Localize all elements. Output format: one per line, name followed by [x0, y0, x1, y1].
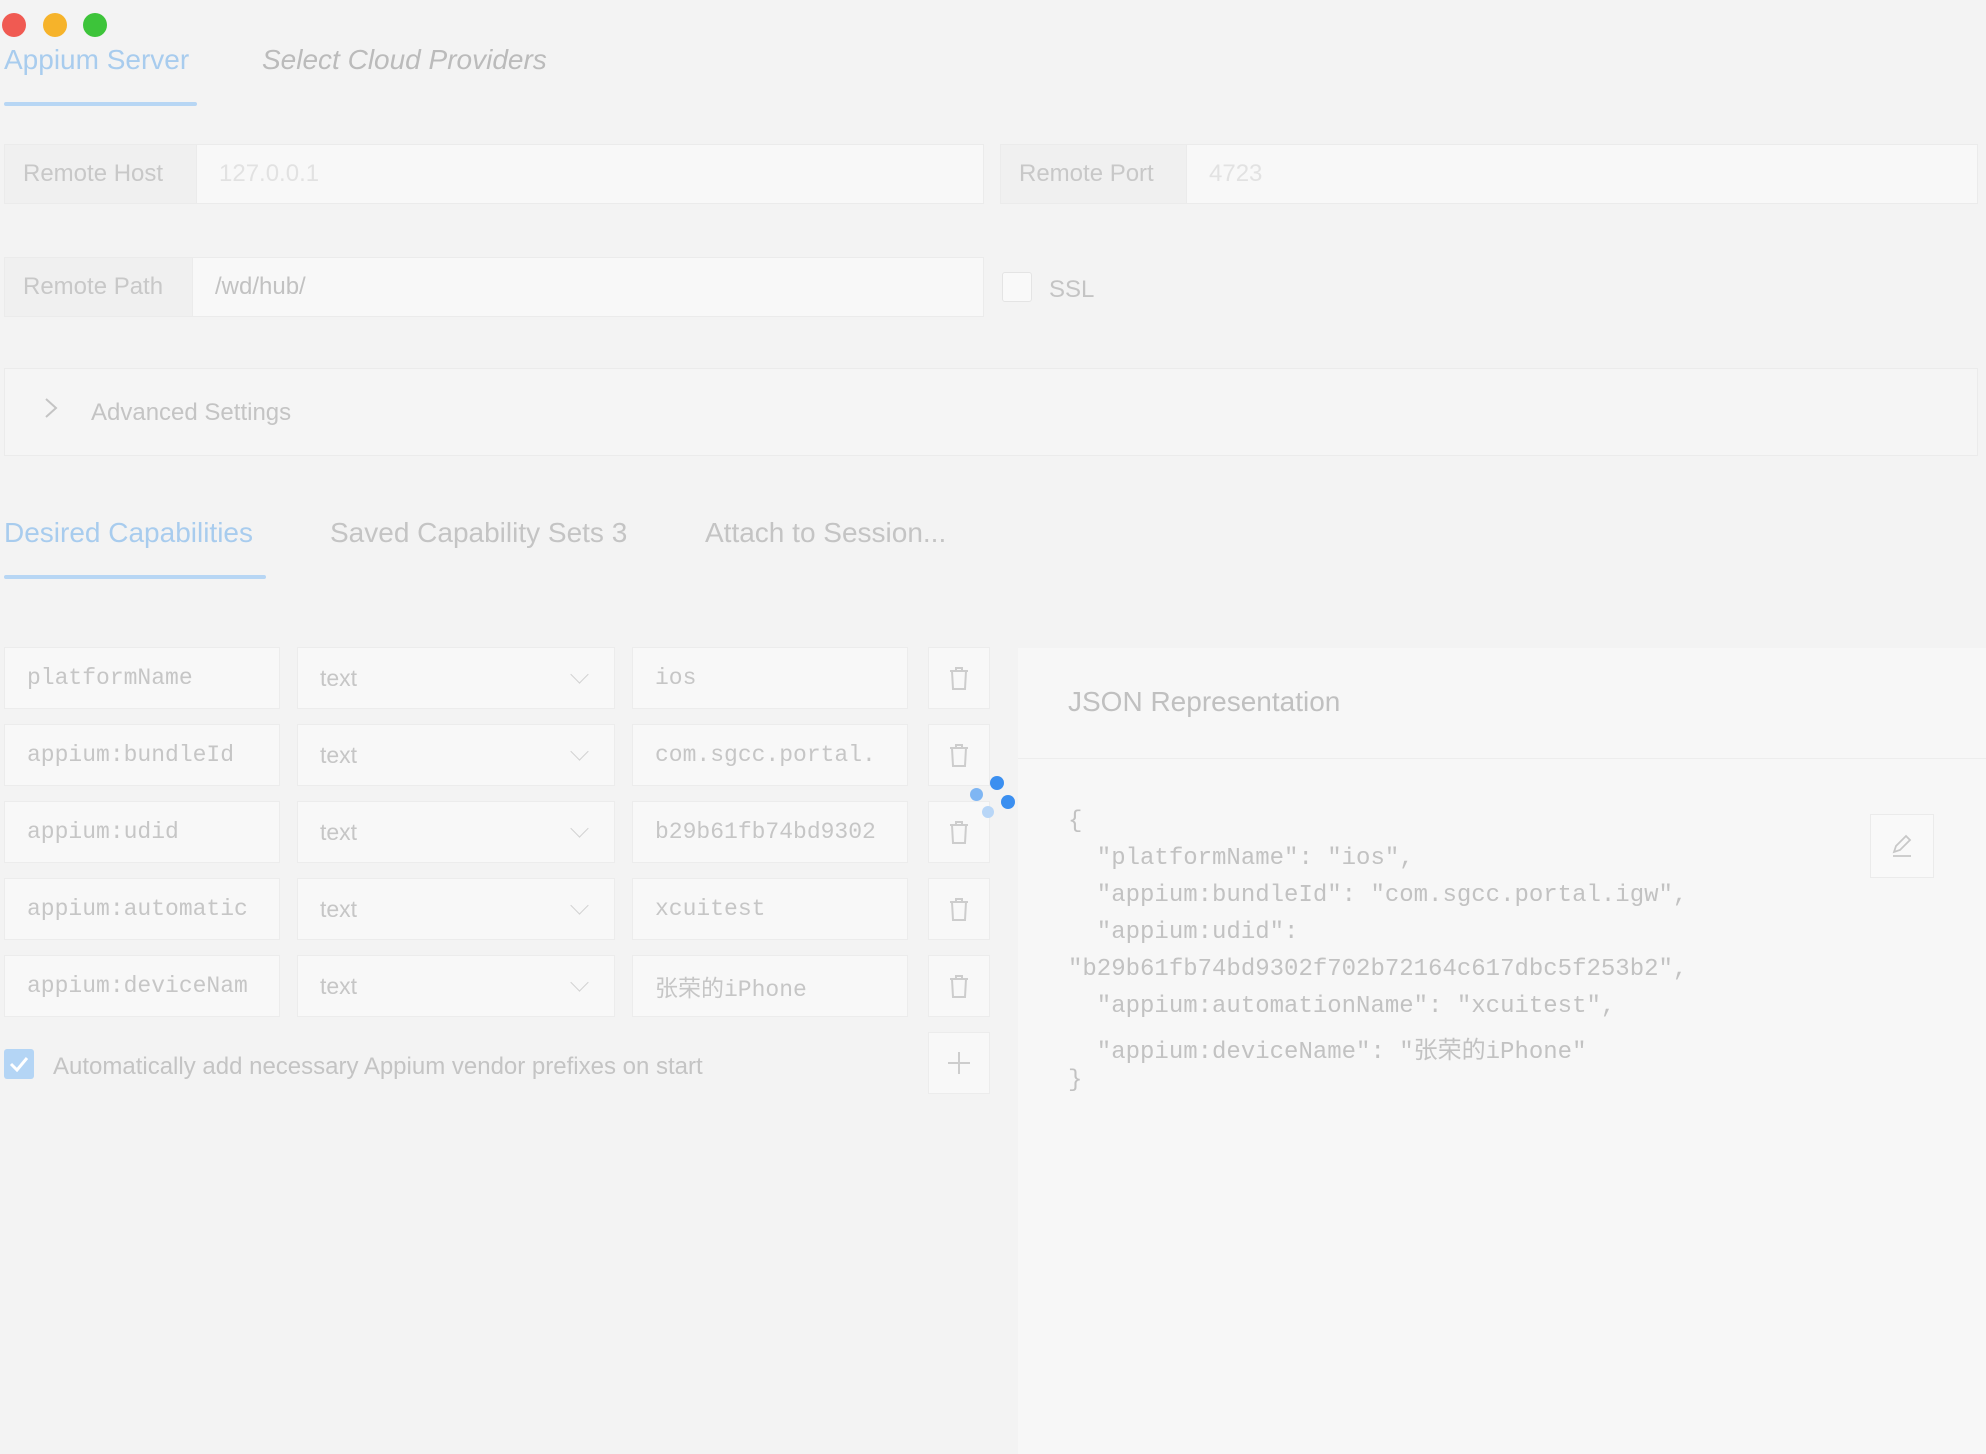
chevron-down-icon	[570, 741, 589, 761]
edit-json-button[interactable]	[1870, 814, 1934, 878]
remote-port-field: Remote Port	[1000, 144, 1978, 204]
trash-icon	[950, 821, 968, 844]
edit-icon	[1892, 834, 1912, 857]
json-line: "appium:udid":	[1068, 919, 1299, 946]
capability-name-input[interactable]: appium:automatic	[4, 878, 280, 940]
delete-capability-button[interactable]	[928, 724, 990, 786]
tab-desired-capabilities[interactable]: Desired Capabilities	[4, 517, 253, 549]
tab-select-cloud-providers[interactable]: Select Cloud Providers	[262, 44, 547, 76]
tab-attach-to-session[interactable]: Attach to Session...	[705, 517, 946, 549]
appium-inspector-window: Appium Server Select Cloud Providers Rem…	[0, 0, 1986, 1454]
capability-value-input[interactable]: xcuitest	[632, 878, 908, 940]
json-line: "appium:deviceName": "张荣的iPhone"	[1068, 1039, 1587, 1066]
add-capability-button[interactable]	[928, 1032, 990, 1094]
capability-value-input[interactable]: b29b61fb74bd9302	[632, 801, 908, 863]
capability-value-input[interactable]: com.sgcc.portal.	[632, 724, 908, 786]
capability-type-value: text	[320, 818, 358, 845]
json-line: "appium:automationName": "xcuitest",	[1068, 993, 1616, 1020]
capability-name-input[interactable]: appium:bundleId	[4, 724, 280, 786]
close-window-button[interactable]	[2, 13, 26, 37]
capability-name-input[interactable]: appium:deviceNam	[4, 955, 280, 1017]
capability-type-select[interactable]: text	[297, 801, 615, 863]
json-line: "appium:bundleId": "com.sgcc.portal.igw"…	[1068, 882, 1688, 909]
capability-type-value: text	[320, 664, 358, 691]
checkmark-icon	[9, 1057, 29, 1072]
trash-icon	[950, 667, 968, 690]
auto-prefix-label: Automatically add necessary Appium vendo…	[53, 1053, 703, 1080]
chevron-down-icon	[570, 972, 589, 992]
json-line: "platformName": "ios",	[1068, 845, 1414, 872]
capability-value-input[interactable]: 张荣的iPhone	[632, 955, 908, 1017]
auto-prefix-checkbox[interactable]	[4, 1049, 34, 1079]
capability-type-value: text	[320, 972, 358, 999]
chevron-down-icon	[570, 895, 589, 915]
remote-path-input[interactable]	[193, 258, 983, 316]
delete-capability-button[interactable]	[928, 878, 990, 940]
remote-port-input[interactable]	[1187, 145, 1977, 203]
trash-icon	[950, 975, 968, 998]
advanced-settings-label: Advanced Settings	[91, 399, 292, 426]
json-line: "b29b61fb74bd9302f702b72164c617dbc5f253b…	[1068, 956, 1688, 983]
json-representation-panel: JSON Representation { "platformName": "i…	[1018, 648, 1986, 1454]
chevron-down-icon	[570, 818, 589, 838]
capability-name-input[interactable]: appium:udid	[4, 801, 280, 863]
active-capability-tab-indicator	[4, 575, 266, 579]
remote-host-field: Remote Host	[4, 144, 984, 204]
minimize-window-button[interactable]	[43, 13, 67, 37]
remote-path-label: Remote Path	[5, 258, 193, 316]
maximize-window-button[interactable]	[83, 13, 107, 37]
capability-type-select[interactable]: text	[297, 955, 615, 1017]
json-line: }	[1068, 1067, 1083, 1094]
tab-saved-capability-sets[interactable]: Saved Capability Sets 3	[330, 517, 627, 549]
chevron-down-icon	[570, 664, 589, 684]
trash-icon	[950, 898, 968, 921]
capability-type-select[interactable]: text	[297, 724, 615, 786]
plus-icon	[948, 1052, 970, 1074]
delete-capability-button[interactable]	[928, 801, 990, 863]
capability-type-value: text	[320, 895, 358, 922]
json-panel-header: JSON Representation	[1018, 648, 1986, 759]
ssl-label: SSL	[1049, 276, 1095, 303]
capability-value-input[interactable]: ios	[632, 647, 908, 709]
tab-appium-server[interactable]: Appium Server	[4, 44, 189, 76]
ssl-checkbox[interactable]	[1002, 272, 1032, 302]
chevron-right-icon	[43, 395, 59, 427]
advanced-settings-panel[interactable]: Advanced Settings	[4, 368, 1978, 456]
remote-host-input[interactable]	[197, 145, 983, 203]
json-panel-title: JSON Representation	[1068, 686, 1341, 717]
remote-port-label: Remote Port	[1001, 145, 1187, 203]
trash-icon	[950, 744, 968, 767]
remote-host-label: Remote Host	[5, 145, 197, 203]
capability-name-input[interactable]: platformName	[4, 647, 280, 709]
capability-type-value: text	[320, 741, 358, 768]
delete-capability-button[interactable]	[928, 647, 990, 709]
capability-type-select[interactable]: text	[297, 647, 615, 709]
active-tab-indicator	[4, 102, 197, 106]
delete-capability-button[interactable]	[928, 955, 990, 1017]
capability-type-select[interactable]: text	[297, 878, 615, 940]
json-line: {	[1068, 808, 1083, 835]
remote-path-field: Remote Path	[4, 257, 984, 317]
